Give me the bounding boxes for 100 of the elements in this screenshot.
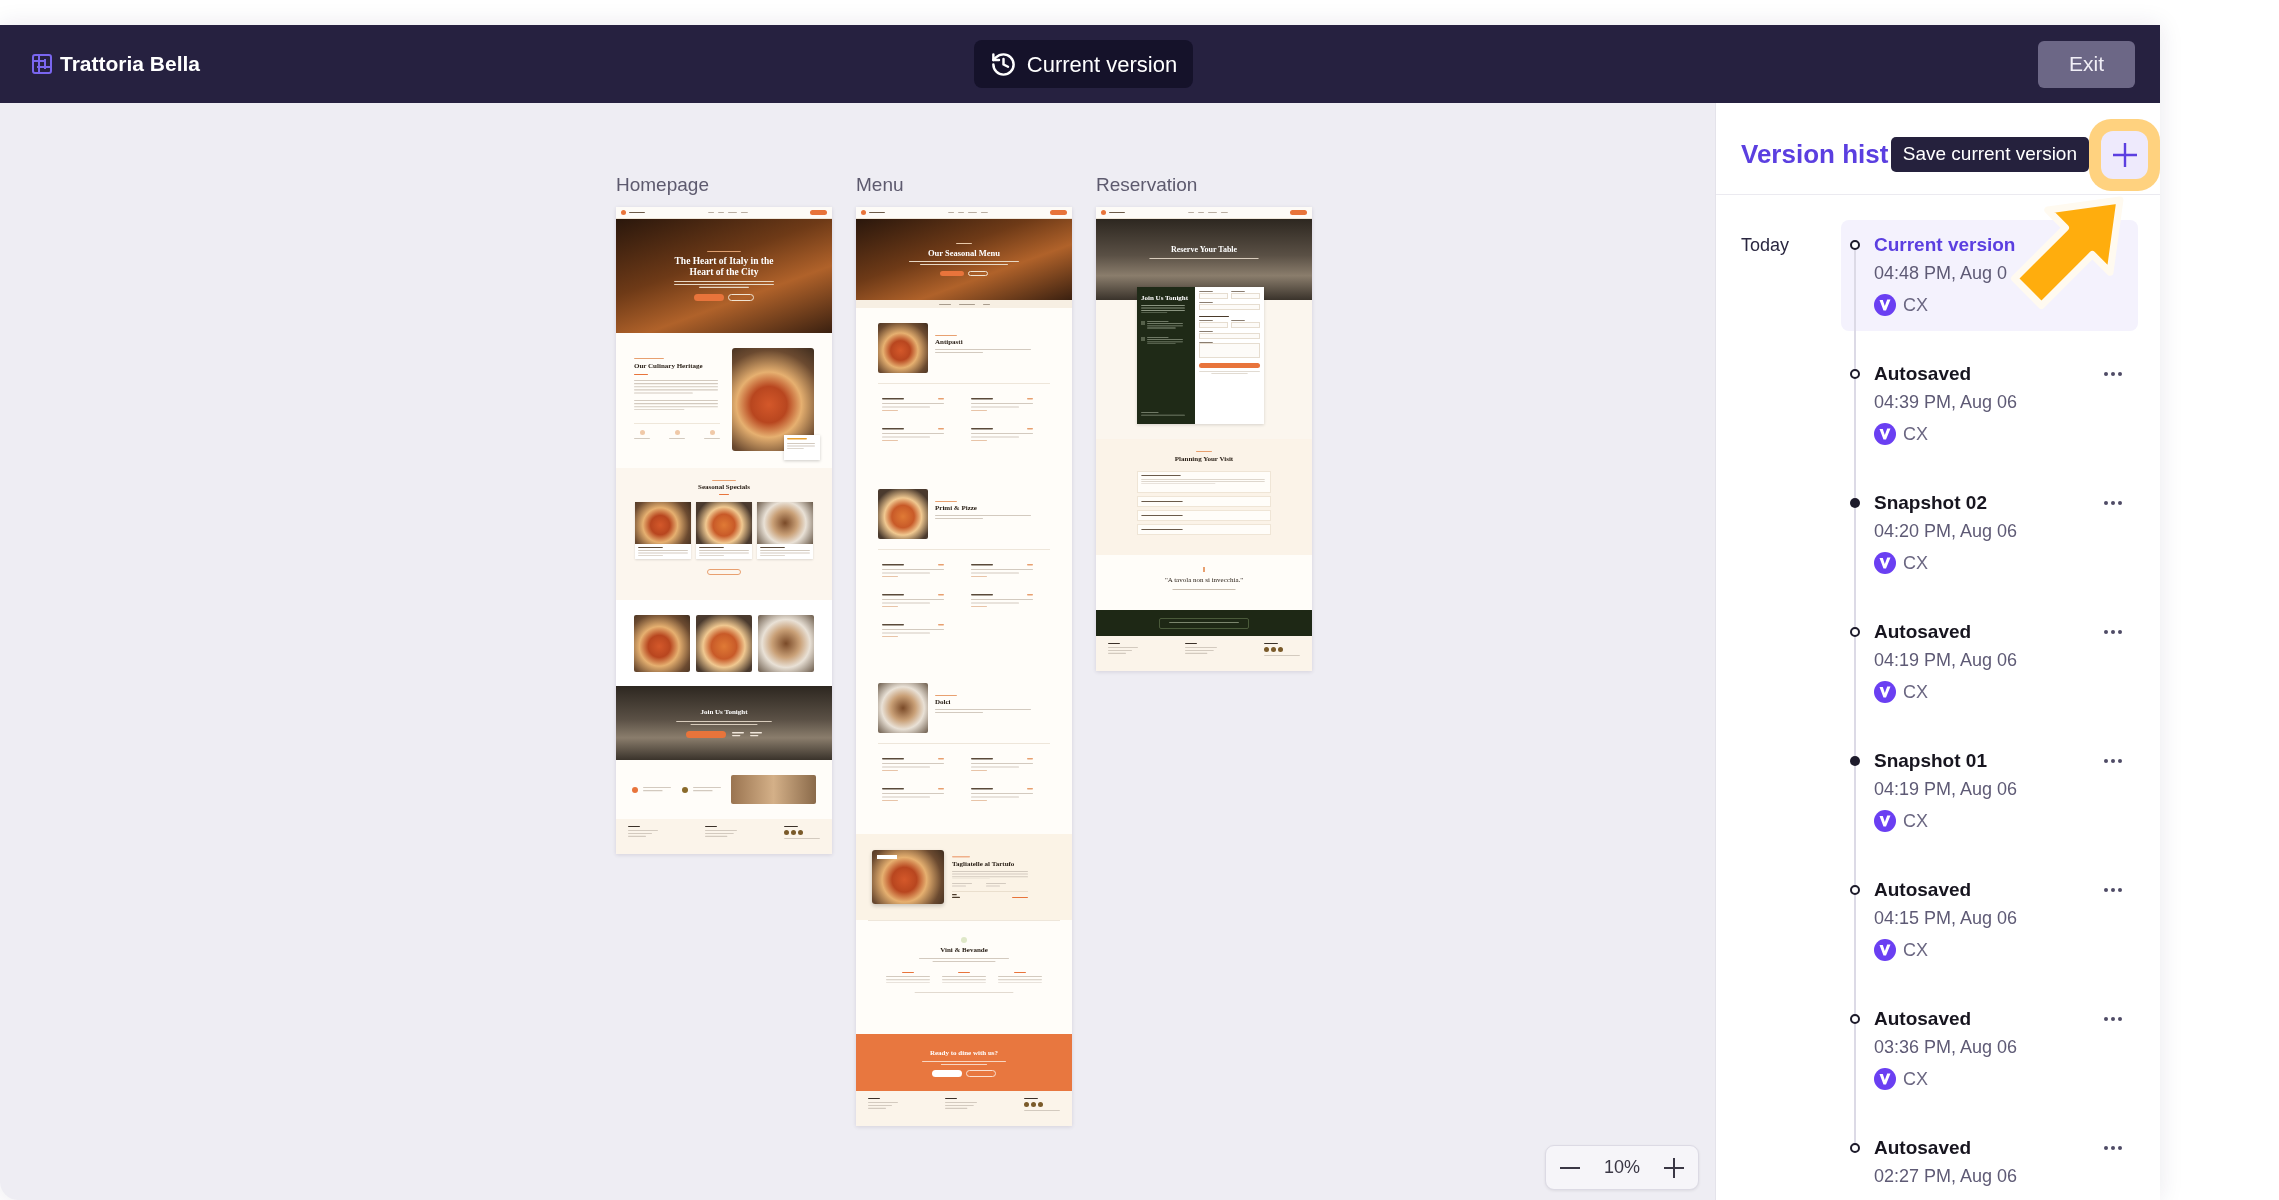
version-time: 02:27 PM, Aug 06 xyxy=(1874,1165,2019,1188)
text-lines-drawing xyxy=(1199,330,1213,332)
menu-item-drawing xyxy=(882,594,944,607)
text-lines-drawing xyxy=(705,826,717,828)
form-field xyxy=(1231,321,1260,328)
exit-button[interactable]: Exit xyxy=(2038,40,2135,88)
more-icon xyxy=(2104,888,2122,892)
menu-item-drawing xyxy=(971,428,1033,441)
menu-item-drawing xyxy=(882,398,944,411)
logo-icon xyxy=(1101,210,1106,215)
text-lines-drawing xyxy=(1185,647,1217,655)
text-lines-drawing xyxy=(958,972,970,974)
photo-placeholder xyxy=(696,615,752,672)
version-title: Autosaved xyxy=(1874,620,1972,644)
page-label: Reservation xyxy=(1096,173,1199,196)
text-lines-drawing xyxy=(1169,621,1239,625)
photo-placeholder xyxy=(878,683,928,733)
text-lines-drawing xyxy=(1141,501,1183,502)
text-lines-drawing xyxy=(868,1102,898,1110)
author-initials: CX xyxy=(1903,423,1928,445)
text-lines-drawing xyxy=(1141,305,1185,314)
text-lines-drawing xyxy=(935,335,957,337)
text-lines-drawing xyxy=(1199,341,1213,343)
version-title: Snapshot 01 xyxy=(1874,749,1987,773)
text-lines-drawing xyxy=(1024,1110,1060,1112)
pill-button xyxy=(1290,210,1307,215)
version-time: 04:19 PM, Aug 06 xyxy=(1874,649,2019,672)
avatar-icon xyxy=(1874,1068,1896,1090)
text-lines-drawing xyxy=(732,732,744,737)
more-icon xyxy=(2104,759,2122,763)
avatar-icon xyxy=(1874,939,1896,961)
text-lines-drawing xyxy=(634,358,664,360)
avatar-icon xyxy=(1874,294,1896,316)
version-button[interactable]: Current version xyxy=(973,40,1194,88)
text-lines-drawing xyxy=(1109,211,1125,214)
feature-icon xyxy=(674,430,680,435)
pill-button xyxy=(1050,210,1067,215)
photo-placeholder xyxy=(758,615,814,672)
menu-item-drawing xyxy=(882,788,944,801)
text-lines-drawing xyxy=(1199,319,1213,321)
history-icon xyxy=(989,50,1017,78)
text-lines-drawing xyxy=(628,826,640,828)
photo-placeholder xyxy=(872,850,944,904)
text-lines-drawing xyxy=(1196,451,1212,452)
text-lines-drawing xyxy=(945,1102,977,1110)
text-lines-drawing xyxy=(787,442,815,449)
text-lines-drawing xyxy=(628,830,658,838)
menu-item-drawing xyxy=(971,788,1033,801)
text-lines-drawing xyxy=(704,438,720,440)
text-lines-drawing xyxy=(1199,371,1260,375)
more-icon xyxy=(2104,501,2122,505)
version-time: 04:20 PM, Aug 06 xyxy=(1874,520,2019,543)
text-lines-drawing xyxy=(1014,972,1026,974)
author-initials: CX xyxy=(1903,681,1928,703)
text-lines-drawing xyxy=(1141,475,1181,476)
version-time: 04:19 PM, Aug 06 xyxy=(1874,778,2019,801)
version-title: Autosaved xyxy=(1874,1007,1972,1031)
hero-heading: Reserve Your Table xyxy=(1170,245,1238,255)
zoom-in-button[interactable] xyxy=(1662,1155,1686,1180)
text-lines-drawing xyxy=(952,893,960,898)
text-lines-drawing xyxy=(784,838,820,840)
more-icon xyxy=(2104,630,2122,634)
text-lines-drawing xyxy=(945,1098,957,1100)
text-lines-drawing xyxy=(669,438,685,440)
photo-placeholder xyxy=(635,502,691,545)
text-lines-drawing xyxy=(719,494,729,496)
text-lines-drawing xyxy=(1012,896,1028,898)
text-lines-drawing xyxy=(942,976,986,984)
hero-heading: Our Seasonal Menu xyxy=(927,247,1001,258)
version-item[interactable]: Autosaved 02:27 PM, Aug 06 xyxy=(1841,1123,2138,1196)
text-lines-drawing xyxy=(1185,643,1197,645)
text-lines-drawing xyxy=(935,695,957,697)
accent-bar-icon xyxy=(1203,567,1205,572)
text-lines-drawing xyxy=(956,243,972,245)
menu-item-drawing xyxy=(971,758,1033,771)
text-lines-drawing xyxy=(634,374,648,376)
save-version-button[interactable] xyxy=(2101,130,2148,179)
version-time: 04:15 PM, Aug 06 xyxy=(1874,907,2019,930)
text-lines-drawing xyxy=(935,501,957,503)
photo-placeholder xyxy=(757,502,813,545)
plus-icon xyxy=(1664,1157,1684,1178)
text-lines-drawing xyxy=(643,787,671,792)
form-field xyxy=(1199,303,1260,310)
text-lines-drawing xyxy=(986,883,1006,887)
text-lines-drawing xyxy=(1199,315,1229,317)
author-initials: CX xyxy=(1903,1068,1928,1090)
text-lines-drawing xyxy=(1199,301,1213,303)
feature-icon xyxy=(639,430,645,435)
plus-icon xyxy=(2112,142,2137,167)
text-lines-drawing xyxy=(1141,529,1183,530)
nav-links-drawing xyxy=(947,211,988,214)
text-lines-drawing xyxy=(1264,655,1300,657)
avatar-icon xyxy=(1874,810,1896,832)
form-field xyxy=(1199,332,1260,339)
feature-icon xyxy=(1141,336,1145,341)
text-lines-drawing xyxy=(1147,321,1183,329)
text-lines-drawing xyxy=(1141,412,1185,416)
text-lines-drawing xyxy=(634,438,650,440)
text-lines-drawing xyxy=(902,972,914,974)
avatar-icon xyxy=(1874,681,1896,703)
